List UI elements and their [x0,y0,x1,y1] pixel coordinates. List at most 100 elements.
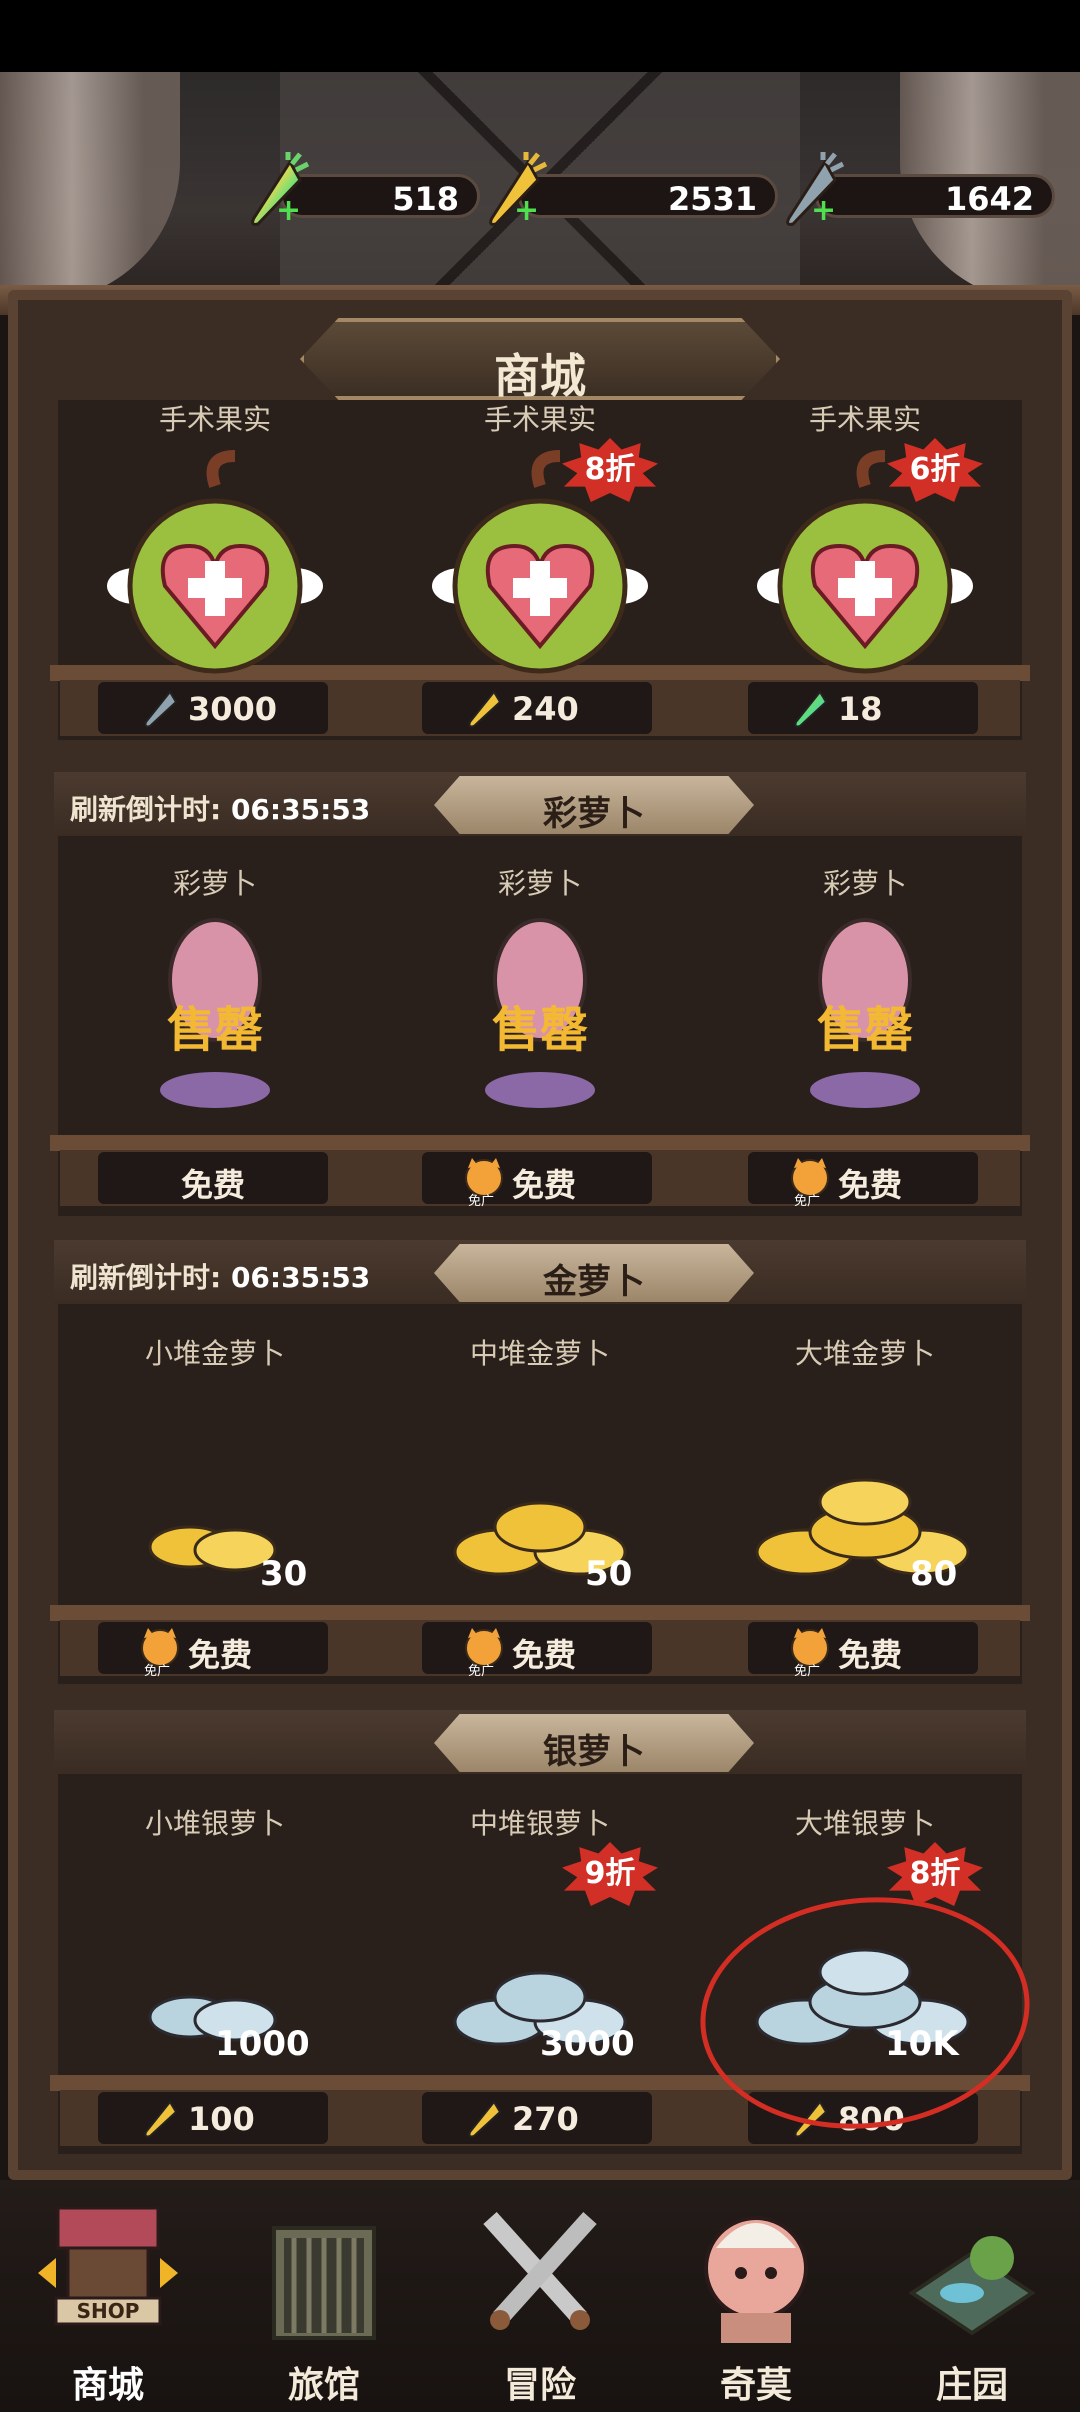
timer-value: 06:35:53 [230,1261,371,1294]
currency-gold[interactable]: 2531 + [478,152,778,226]
surgery-fruit-icon [432,450,648,674]
timer-label: 刷新倒计时: [70,1261,222,1294]
ad-free-label: 免广 [794,1664,821,1679]
section-title: 彩萝卜 [543,794,645,834]
price-value: 18 [838,690,883,728]
creature-icon [704,2216,808,2343]
item-amount: 50 [585,1554,633,1594]
silver-header: 银萝卜 [54,1710,1026,1774]
ad-free-label: 免广 [468,1664,495,1679]
surgery-fruit-icon [107,450,323,674]
shop-item[interactable]: 彩萝卜 售罄 [55,862,375,1162]
item-name: 大堆金萝卜 [794,1337,935,1370]
nav-shop[interactable]: SHOP 商城 [0,2180,216,2412]
item-name: 小堆银萝卜 [144,1807,285,1840]
item-name: 手术果实 [483,403,596,436]
price-value: 100 [188,2100,255,2138]
sold-out-label: 售罄 [816,1002,913,1058]
shop-item[interactable]: 小堆金萝卜 30 [55,1332,375,1612]
section-title-banner: 彩萝卜 [434,776,754,834]
shop-item[interactable]: 中堆金萝卜 50 [380,1332,700,1612]
currency-value: 2531 [667,180,757,218]
currency-pill: 2531 [518,174,778,218]
item-name: 小堆金萝卜 [144,1337,285,1370]
refresh-timer: 刷新倒计时: 06:35:53 [70,788,370,828]
nav-label: 旅馆 [287,2365,360,2406]
item-amount: 30 [260,1554,308,1594]
ad-free-button[interactable]: 免广 免费 [748,1622,978,1679]
surgery-fruit-icon [757,450,973,674]
add-currency-icon[interactable]: + [811,196,836,226]
rainbow-header: 刷新倒计时: 06:35:53 彩萝卜 [54,772,1026,836]
discount-badge: 9折 [562,1842,658,1906]
item-name: 大堆银萝卜 [794,1807,935,1840]
price-button[interactable]: 18 [748,682,978,734]
nav-manor[interactable]: 庄园 [864,2180,1080,2412]
item-name: 手术果实 [808,403,921,436]
island-icon [908,2236,1036,2336]
price-button[interactable]: 270 [422,2092,652,2144]
nav-inn[interactable]: 旅馆 [216,2180,432,2412]
ad-free-button[interactable]: 免广 免费 [422,1622,652,1679]
gold-header: 刷新倒计时: 06:35:53 金萝卜 [54,1240,1026,1304]
price-value: 270 [512,2100,579,2138]
ad-free-label: 免广 [794,1194,821,1209]
item-name: 手术果实 [158,403,271,436]
shop-title-banner: 商城 [300,318,780,400]
section-title: 银萝卜 [543,1732,645,1772]
nav-label: 商城 [71,2365,144,2406]
currency-value: 1642 [944,180,1034,218]
item-amount: 1000 [215,2024,310,2064]
discount-badge: 8折 [887,1842,983,1906]
section-title-banner: 金萝卜 [434,1244,754,1302]
gold-carrot-icon [144,2100,178,2138]
timer-label: 刷新倒计时: [70,793,222,826]
item-name: 彩萝卜 [822,867,907,900]
price-value: 免费 [188,1636,253,1674]
shop-icon: SHOP [38,2206,178,2326]
price-value: 免费 [180,1166,245,1204]
shop-item[interactable]: 中堆银萝卜 9折 3000 [380,1802,700,2082]
sold-out-label: 售罄 [166,1002,263,1058]
curtain-left [0,72,180,302]
price-button[interactable]: 240 [422,682,652,734]
shop-item[interactable]: 彩萝卜 售罄 [380,862,700,1162]
currency-pill: 518 [280,174,480,218]
inn-gate-icon [272,2226,376,2340]
price-button[interactable]: 3000 [98,682,328,734]
shop-badge-text: SHOP [77,2299,140,2323]
price-button[interactable]: 100 [98,2092,328,2144]
silver-carrot-icon [144,690,178,728]
nav-label: 冒险 [503,2365,576,2406]
ad-free-label: 免广 [144,1664,171,1679]
status-bar [0,0,1080,72]
add-currency-icon[interactable]: + [514,196,539,226]
bottom-nav: SHOP 商城 旅馆 冒险 奇莫 庄园 [0,2180,1080,2412]
shop-item[interactable]: 小堆银萝卜 1000 [55,1802,375,2082]
item-name: 彩萝卜 [172,867,257,900]
currency-value: 518 [392,180,459,218]
shop-item[interactable]: 彩萝卜 售罄 [705,862,1025,1162]
nav-label: 庄园 [935,2365,1008,2406]
ad-free-button[interactable]: 免广 免费 [748,1152,978,1209]
nav-label: 奇莫 [719,2365,792,2406]
price-button[interactable]: 免费 [98,1152,328,1204]
gold-carrot-icon [468,690,502,728]
nav-adventure[interactable]: 冒险 [432,2180,648,2412]
shop-item[interactable]: 大堆金萝卜 80 [705,1332,1025,1612]
timer-value: 06:35:53 [230,793,371,826]
price-value: 免费 [838,1166,903,1204]
item-name: 中堆银萝卜 [469,1807,610,1840]
nav-creature[interactable]: 奇莫 [648,2180,864,2412]
currency-rainbow[interactable]: 518 + [240,152,500,226]
ad-free-button[interactable]: 免广 免费 [422,1152,652,1209]
refresh-timer: 刷新倒计时: 06:35:53 [70,1256,370,1296]
ad-free-label: 免广 [468,1194,495,1209]
add-currency-icon[interactable]: + [276,196,301,226]
price-value: 免费 [838,1636,903,1674]
currency-silver[interactable]: 1642 + [775,152,1055,226]
page-title: 商城 [494,349,586,403]
ad-free-button[interactable]: 免广 免费 [98,1622,328,1679]
currency-pill: 1642 [815,174,1055,218]
item-amount: 3000 [540,2024,635,2064]
